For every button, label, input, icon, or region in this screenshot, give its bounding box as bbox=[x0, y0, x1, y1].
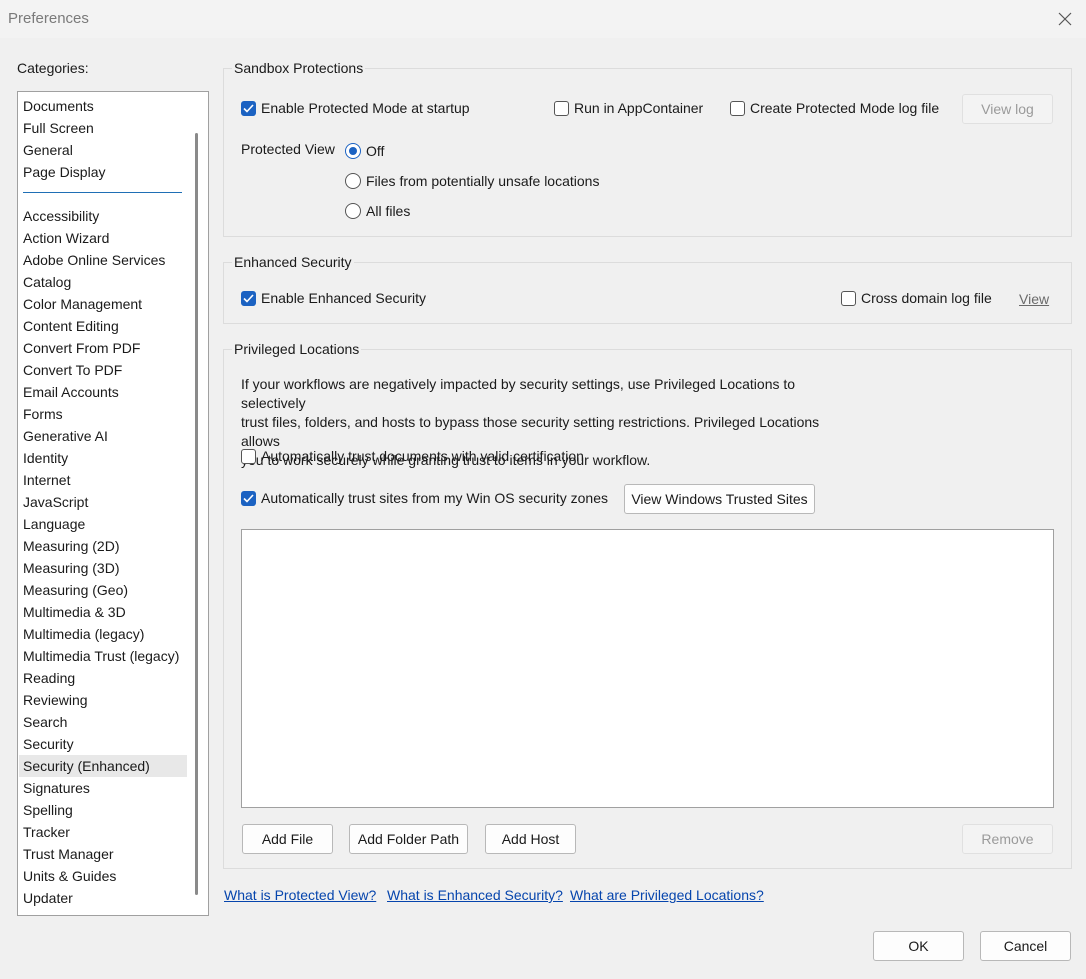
checkbox-checked-icon bbox=[241, 100, 256, 116]
category-multimedia-trust-legacy[interactable]: Multimedia Trust (legacy) bbox=[19, 645, 187, 667]
trust-win-os-zones-checkbox[interactable]: Automatically trust sites from my Win OS… bbox=[241, 490, 608, 506]
view-windows-trusted-sites-button[interactable]: View Windows Trusted Sites bbox=[624, 484, 815, 514]
checkbox-unchecked-icon bbox=[730, 100, 745, 116]
privileged-locations-list[interactable] bbox=[241, 529, 1054, 808]
category-color-management[interactable]: Color Management bbox=[19, 293, 187, 315]
category-page-display[interactable]: Page Display bbox=[19, 161, 187, 183]
what-are-privileged-locations-link[interactable]: What are Privileged Locations? bbox=[570, 887, 764, 903]
enable-protected-mode-checkbox[interactable]: Enable Protected Mode at startup bbox=[241, 100, 470, 116]
category-updater[interactable]: Updater bbox=[19, 887, 187, 909]
category-general[interactable]: General bbox=[19, 139, 187, 161]
cross-domain-log-checkbox[interactable]: Cross domain log file bbox=[841, 290, 992, 306]
category-reading[interactable]: Reading bbox=[19, 667, 187, 689]
add-host-button[interactable]: Add Host bbox=[485, 824, 576, 854]
category-trust-manager[interactable]: Trust Manager bbox=[19, 843, 187, 865]
trust-certified-docs-checkbox[interactable]: Automatically trust documents with valid… bbox=[241, 448, 584, 464]
category-forms[interactable]: Forms bbox=[19, 403, 187, 425]
category-accessibility[interactable]: Accessibility bbox=[19, 205, 187, 227]
enhanced-security-title: Enhanced Security bbox=[232, 254, 354, 270]
protected-view-off-radio[interactable]: Off bbox=[345, 143, 384, 159]
view-cross-domain-link[interactable]: View bbox=[1019, 291, 1049, 307]
protected-view-label: Protected View bbox=[241, 141, 335, 157]
category-language[interactable]: Language bbox=[19, 513, 187, 535]
category-generative-ai[interactable]: Generative AI bbox=[19, 425, 187, 447]
category-reviewing[interactable]: Reviewing bbox=[19, 689, 187, 711]
run-in-appcontainer-checkbox[interactable]: Run in AppContainer bbox=[554, 100, 703, 116]
checkbox-checked-icon bbox=[241, 290, 256, 306]
category-signatures[interactable]: Signatures bbox=[19, 777, 187, 799]
category-javascript[interactable]: JavaScript bbox=[19, 491, 187, 513]
category-spelling[interactable]: Spelling bbox=[19, 799, 187, 821]
category-measuring-2d[interactable]: Measuring (2D) bbox=[19, 535, 187, 557]
sandbox-protections-title: Sandbox Protections bbox=[232, 60, 366, 76]
categories-label: Categories: bbox=[17, 60, 89, 76]
category-identity[interactable]: Identity bbox=[19, 447, 187, 469]
category-convert-from-pdf[interactable]: Convert From PDF bbox=[19, 337, 187, 359]
category-security-enhanced[interactable]: Security (Enhanced) bbox=[19, 755, 187, 777]
remove-button[interactable]: Remove bbox=[962, 824, 1053, 854]
what-is-protected-view-link[interactable]: What is Protected View? bbox=[224, 887, 376, 903]
checkbox-unchecked-icon bbox=[554, 100, 569, 116]
category-content-editing[interactable]: Content Editing bbox=[19, 315, 187, 337]
enable-enhanced-security-checkbox[interactable]: Enable Enhanced Security bbox=[241, 290, 426, 306]
what-is-enhanced-security-link[interactable]: What is Enhanced Security? bbox=[387, 887, 563, 903]
create-log-file-checkbox[interactable]: Create Protected Mode log file bbox=[730, 100, 939, 116]
category-internet[interactable]: Internet bbox=[19, 469, 187, 491]
category-full-screen[interactable]: Full Screen bbox=[19, 117, 187, 139]
categories-list[interactable]: Documents Full Screen General Page Displ… bbox=[17, 91, 209, 916]
checkbox-unchecked-icon bbox=[841, 290, 856, 306]
radio-unselected-icon bbox=[345, 203, 361, 219]
category-convert-to-pdf[interactable]: Convert To PDF bbox=[19, 359, 187, 381]
category-measuring-3d[interactable]: Measuring (3D) bbox=[19, 557, 187, 579]
category-email-accounts[interactable]: Email Accounts bbox=[19, 381, 187, 403]
category-units-guides[interactable]: Units & Guides bbox=[19, 865, 187, 887]
protected-view-unsafe-radio[interactable]: Files from potentially unsafe locations bbox=[345, 173, 599, 189]
category-multimedia-legacy[interactable]: Multimedia (legacy) bbox=[19, 623, 187, 645]
cancel-button[interactable]: Cancel bbox=[980, 931, 1071, 961]
category-action-wizard[interactable]: Action Wizard bbox=[19, 227, 187, 249]
window-title: Preferences bbox=[8, 10, 89, 27]
preferences-dialog: Categories: Documents Full Screen Genera… bbox=[0, 38, 1086, 979]
add-file-button[interactable]: Add File bbox=[242, 824, 333, 854]
category-tracker[interactable]: Tracker bbox=[19, 821, 187, 843]
close-icon[interactable] bbox=[1052, 6, 1078, 32]
radio-unselected-icon bbox=[345, 173, 361, 189]
checkbox-checked-icon bbox=[241, 490, 256, 506]
category-search[interactable]: Search bbox=[19, 711, 187, 733]
category-security[interactable]: Security bbox=[19, 733, 187, 755]
category-measuring-geo[interactable]: Measuring (Geo) bbox=[19, 579, 187, 601]
protected-view-all-files-radio[interactable]: All files bbox=[345, 203, 410, 219]
category-separator bbox=[23, 192, 182, 193]
category-catalog[interactable]: Catalog bbox=[19, 271, 187, 293]
category-multimedia-3d[interactable]: Multimedia & 3D bbox=[19, 601, 187, 623]
privileged-locations-title: Privileged Locations bbox=[232, 341, 362, 357]
category-adobe-online-services[interactable]: Adobe Online Services bbox=[19, 249, 187, 271]
title-bar: Preferences bbox=[0, 0, 1086, 38]
radio-selected-icon bbox=[345, 143, 361, 159]
add-folder-path-button[interactable]: Add Folder Path bbox=[349, 824, 468, 854]
view-log-button[interactable]: View log bbox=[962, 94, 1053, 124]
category-documents[interactable]: Documents bbox=[19, 95, 187, 117]
checkbox-unchecked-icon bbox=[241, 448, 256, 464]
categories-scrollbar[interactable] bbox=[195, 133, 198, 895]
ok-button[interactable]: OK bbox=[873, 931, 964, 961]
